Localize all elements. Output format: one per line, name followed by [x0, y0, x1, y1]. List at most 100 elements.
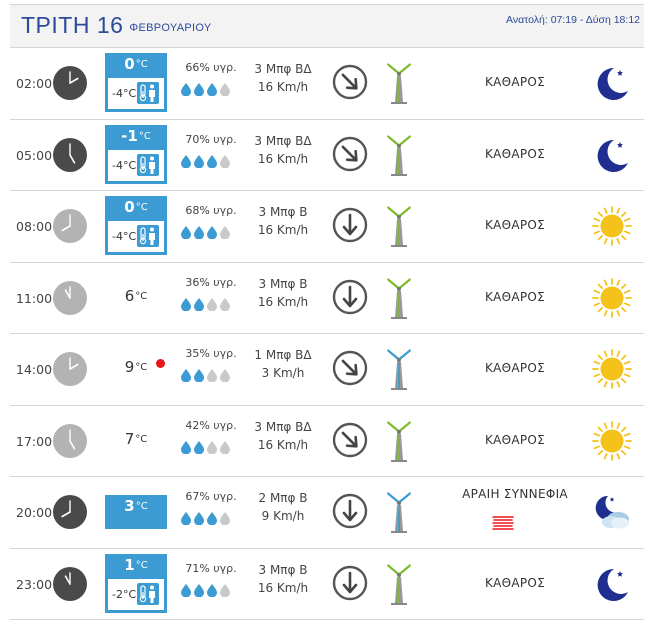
humidity-drops-icon [180, 367, 234, 381]
temperature-unit: °C [136, 59, 148, 70]
feels-like-value: -4°C [112, 159, 136, 172]
wind-info: 3 Μπφ ΒΔ16 Km/h [248, 418, 318, 454]
wind-speed: 16 Km/h [248, 78, 318, 96]
condition-label: ΚΑΘΑΡΟΣ [430, 361, 600, 375]
wind-speed: 16 Km/h [248, 579, 318, 597]
feels-like-value: -4°C [112, 230, 136, 243]
humidity-label: 70% υγρ. [176, 133, 246, 146]
time-label: 05:00 [16, 148, 52, 163]
condition-label: ΑΡΑΙΗ ΣΥΝΝΕΦΙΑ [430, 487, 600, 501]
moon-cloud-icon [592, 492, 632, 532]
clock-icon [53, 567, 87, 601]
temperature-unit: °C [135, 291, 147, 302]
temperature-value: 6°C [105, 287, 167, 305]
wind-turbine-icon [384, 563, 414, 605]
wind-info: 3 Μπφ ΒΔ16 Km/h [248, 60, 318, 96]
day-title: ΤΡΙΤΗ 16 ΦΕΒΡΟΥΑΡΙΟΥ [21, 12, 212, 39]
forecast-row: 05:00 -1°C-4°C 70% υγρ.3 Μπφ ΒΔ16 Km/h Κ… [10, 120, 644, 192]
humidity-drops-icon [180, 582, 234, 596]
temperature-number: 9 [125, 358, 135, 376]
wind-speed: 9 Km/h [248, 507, 318, 525]
forecast-row: 20:00 3°C67% υγρ.2 Μπφ Β9 Km/h ΑΡΑΙΗ ΣΥΝ… [10, 477, 644, 549]
wind-direction-icon [332, 493, 368, 529]
humidity-drops-icon [180, 153, 234, 167]
sun-icon [592, 278, 632, 318]
wind-turbine-icon [384, 134, 414, 176]
wind-direction-icon [332, 207, 368, 243]
temperature-box: -1°C -4°C [105, 125, 167, 184]
time-label: 02:00 [16, 76, 52, 91]
wind-force: 3 Μπφ Β [248, 561, 318, 579]
day-header: ΤΡΙΤΗ 16 ΦΕΒΡΟΥΑΡΙΟΥ Ανατολή: 07:19 - Δύσ… [10, 4, 644, 48]
temperature-number: 0 [124, 55, 134, 73]
feels-like-box: -4°C [108, 78, 164, 109]
clock-icon [53, 495, 87, 529]
wind-turbine-icon [384, 491, 414, 533]
wind-turbine-icon [384, 62, 414, 104]
time-label: 20:00 [16, 505, 52, 520]
forecast-panel: ΤΡΙΤΗ 16 ΦΕΒΡΟΥΑΡΙΟΥ Ανατολή: 07:19 - Δύσ… [10, 4, 644, 620]
wind-force: 3 Μπφ ΒΔ [248, 418, 318, 436]
wind-direction-icon [332, 422, 368, 458]
temperature-unit: °C [136, 202, 148, 213]
month-label: ΦΕΒΡΟΥΑΡΙΟΥ [129, 22, 211, 34]
humidity-drops-icon [180, 510, 234, 524]
moon-icon [592, 135, 632, 175]
time-label: 14:00 [16, 362, 52, 377]
sunrise-sunset: Ανατολή: 07:19 - Δύση 18:12 [506, 14, 640, 26]
wind-force: 1 Μπφ ΒΔ [248, 346, 318, 364]
moon-icon [592, 63, 632, 103]
wind-turbine-icon [384, 277, 414, 319]
moon-icon [592, 564, 632, 604]
time-label: 11:00 [16, 291, 52, 306]
wind-direction-icon [332, 565, 368, 601]
feels-like-value: -2°C [112, 588, 136, 601]
temperature-box: 0°C-4°C [105, 196, 167, 255]
wind-info: 3 Μπφ Β16 Km/h [248, 203, 318, 239]
temperature-number: 6 [125, 287, 135, 305]
humidity-label: 67% υγρ. [176, 490, 246, 503]
person-thermometer-icon [137, 225, 159, 247]
time-label: 08:00 [16, 219, 52, 234]
clock-icon [53, 66, 87, 100]
time-label: 23:00 [16, 577, 52, 592]
forecast-row: 14:00 9°C 35% υγρ.1 Μπφ ΒΔ3 Km/h ΚΑΘΑΡΟΣ [10, 334, 644, 406]
temperature-box: 0°C -4°C [105, 53, 167, 112]
person-thermometer-icon [137, 154, 159, 176]
day-label: ΤΡΙΤΗ 16 [21, 12, 123, 38]
wind-speed: 16 Km/h [248, 150, 318, 168]
wind-info: 3 Μπφ Β16 Km/h [248, 275, 318, 311]
wind-direction-icon [332, 136, 368, 172]
temperature-value: -1°C [105, 127, 167, 145]
wind-turbine-icon [384, 205, 414, 247]
temperature-value: 7°C [105, 430, 167, 448]
temperature-number: 7 [125, 430, 135, 448]
feels-like-value: -4°C [112, 87, 136, 100]
wind-direction-icon [332, 350, 368, 386]
temperature-unit: °C [135, 362, 147, 373]
wind-info: 1 Μπφ ΒΔ3 Km/h [248, 346, 318, 382]
forecast-row: 08:00 0°C-4°C 68% υγρ.3 Μπφ Β16 Km/h ΚΑΘ… [10, 191, 644, 263]
person-thermometer-icon [137, 82, 159, 104]
wind-turbine-icon [384, 420, 414, 462]
forecast-row: 17:00 7°C42% υγρ.3 Μπφ ΒΔ16 Km/h ΚΑΘΑΡΟΣ [10, 406, 644, 478]
sun-icon [592, 206, 632, 246]
alert-dot-icon[interactable] [156, 359, 165, 368]
temperature-box: 1°C-2°C [105, 554, 167, 613]
forecast-row: 02:00 0°C-4°C 66% υγρ.3 Μπφ ΒΔ16 Km/h ΚΑ… [10, 48, 644, 120]
wind-speed: 16 Km/h [248, 293, 318, 311]
humidity-label: 35% υγρ. [176, 347, 246, 360]
feels-like-box: -4°C [108, 221, 164, 252]
wind-info: 3 Μπφ Β16 Km/h [248, 561, 318, 597]
condition-label: ΚΑΘΑΡΟΣ [430, 433, 600, 447]
condition-label: ΚΑΘΑΡΟΣ [430, 147, 600, 161]
forecast-row: 11:00 6°C36% υγρ.3 Μπφ Β16 Km/h ΚΑΘΑΡΟΣ [10, 263, 644, 335]
temperature-number: 1 [124, 556, 134, 574]
condition-label: ΚΑΘΑΡΟΣ [430, 290, 600, 304]
clock-icon [53, 424, 87, 458]
humidity-drops-icon [180, 81, 234, 95]
sun-icon [592, 349, 632, 389]
humidity-drops-icon [180, 439, 234, 453]
forecast-row: 23:00 1°C-2°C 71% υγρ.3 Μπφ Β16 Km/h ΚΑΘ… [10, 549, 644, 620]
wind-turbine-icon [384, 348, 414, 390]
